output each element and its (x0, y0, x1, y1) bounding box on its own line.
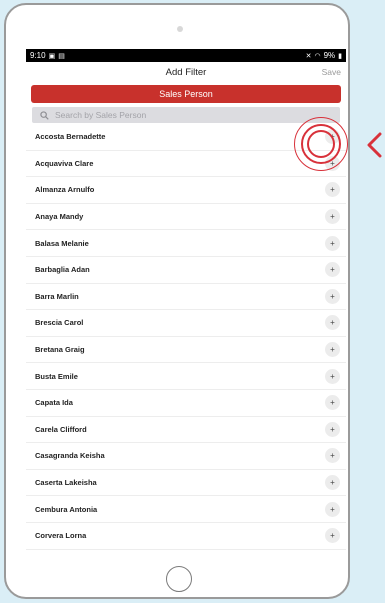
camera-dot (177, 26, 183, 32)
battery-icon: ▮ (338, 52, 342, 60)
add-button[interactable]: + (325, 475, 340, 491)
save-button[interactable]: Save (322, 67, 341, 77)
list-item: Capata Ida + (26, 390, 346, 417)
add-button[interactable]: + (325, 182, 340, 198)
tap-highlight-inner-ring (307, 130, 335, 158)
sales-person-name: Capata Ida (35, 398, 73, 408)
add-button[interactable]: + (325, 342, 340, 358)
sales-person-name: Busta Emile (35, 371, 78, 381)
wifi-icon: ◠ (314, 52, 321, 60)
search-icon (40, 110, 49, 120)
list-item: Balasa Melanie + (26, 230, 346, 257)
add-button[interactable]: + (325, 421, 340, 437)
page-title: Add Filter (165, 67, 207, 78)
add-button[interactable]: + (325, 528, 340, 544)
list-item: Barra Marlin + (26, 284, 346, 311)
status-bar: 9:10 ▣ ▤ ✕ ◠ 9% ▮ (26, 49, 346, 62)
battery-level: 9% (323, 51, 336, 60)
search-input[interactable] (55, 110, 305, 120)
add-button[interactable]: + (325, 368, 340, 384)
list-item: Caserta Lakeisha + (26, 470, 346, 497)
sales-person-header: Sales Person (31, 85, 341, 103)
sales-person-name: Almanza Arnulfo (35, 185, 95, 195)
home-button[interactable] (166, 566, 192, 592)
list-item: Cembura Antonia + (26, 496, 346, 523)
sales-person-name: Accosta Bernadette (35, 132, 106, 142)
add-button[interactable]: + (325, 262, 340, 278)
pointer-chevron-icon (367, 132, 382, 158)
sales-person-name: Balasa Melanie (35, 238, 89, 248)
list-item: Casagranda Keisha + (26, 443, 346, 470)
nav-bar: Add Filter Save (26, 62, 346, 83)
sales-person-name: Acquaviva Clare (35, 158, 94, 168)
sales-person-list: Accosta Bernadette + Acquaviva Clare + A… (26, 124, 346, 550)
list-item: Carela Clifford + (26, 417, 346, 444)
sales-person-name: Corvera Lorna (35, 531, 87, 541)
add-button[interactable]: + (325, 209, 340, 225)
list-item: Brescia Carol + (26, 310, 346, 337)
sales-person-name: Barra Marlin (35, 291, 79, 301)
add-button[interactable]: + (325, 448, 340, 464)
list-item: Anaya Mandy + (26, 204, 346, 231)
sales-person-name: Carela Clifford (35, 424, 87, 434)
mute-icon: ✕ (305, 52, 312, 60)
sales-person-name: Casagranda Keisha (35, 451, 105, 461)
sales-person-name: Barbaglia Adan (35, 265, 90, 275)
sales-person-name: Bretana Graig (35, 345, 85, 355)
add-button[interactable]: + (325, 395, 340, 411)
sales-person-name: Brescia Carol (35, 318, 84, 328)
add-button[interactable]: + (325, 501, 340, 517)
add-button[interactable]: + (325, 315, 340, 331)
list-item: Bretana Graig + (26, 337, 346, 364)
add-button[interactable]: + (325, 288, 340, 304)
list-item: Almanza Arnulfo + (26, 177, 346, 204)
list-item: Barbaglia Adan + (26, 257, 346, 284)
image-notification-icon: ▣ (48, 52, 56, 60)
gallery-notification-icon: ▤ (58, 52, 65, 60)
list-item: Corvera Lorna + (26, 523, 346, 550)
app-screen: 9:10 ▣ ▤ ✕ ◠ 9% ▮ Add Filter Save Sales … (26, 49, 346, 558)
search-bar[interactable] (32, 107, 340, 123)
sales-person-name: Anaya Mandy (35, 212, 84, 222)
sales-person-name: Cembura Antonia (35, 504, 98, 514)
list-item: Busta Emile + (26, 363, 346, 390)
add-button[interactable]: + (325, 235, 340, 251)
tablet-frame: 9:10 ▣ ▤ ✕ ◠ 9% ▮ Add Filter Save Sales … (4, 3, 350, 599)
sales-person-name: Caserta Lakeisha (35, 478, 97, 488)
status-time: 9:10 (30, 51, 46, 60)
